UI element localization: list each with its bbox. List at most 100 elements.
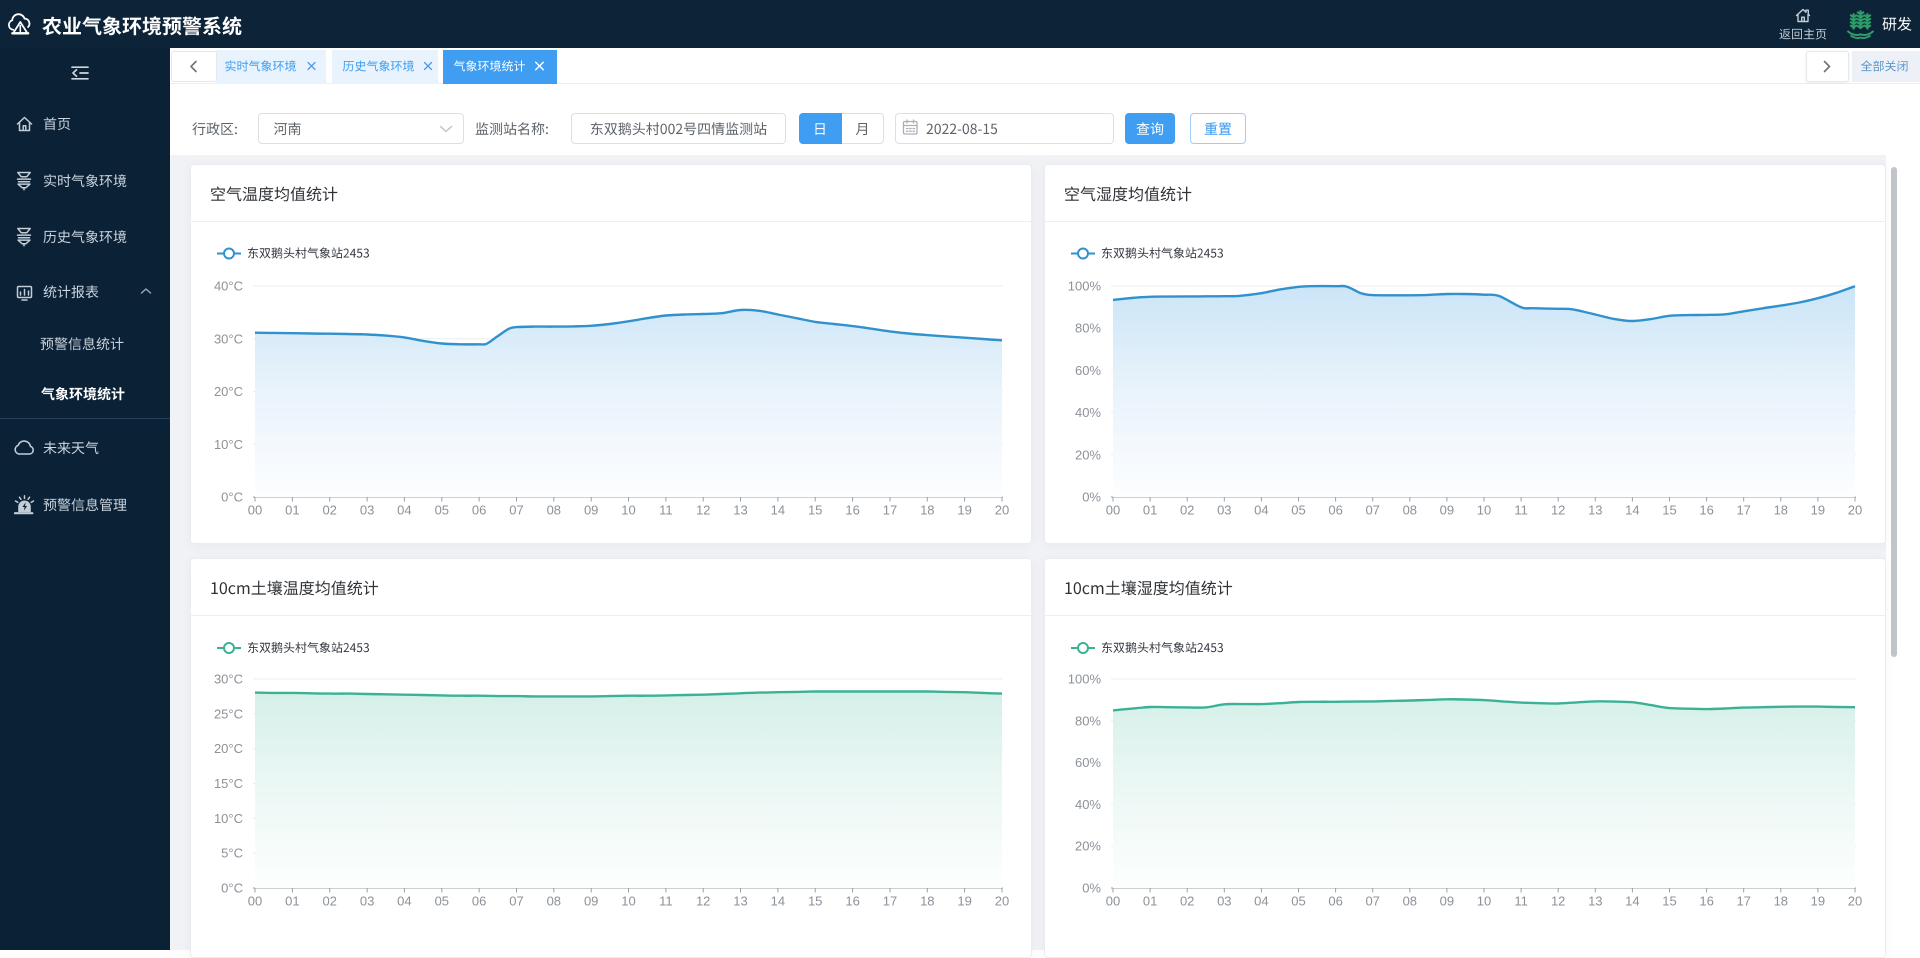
svg-text:18: 18 [1774,894,1788,909]
svg-text:04: 04 [1254,894,1268,909]
svg-text:03: 03 [1217,894,1231,909]
svg-text:10°C: 10°C [214,437,243,452]
svg-text:00: 00 [248,503,262,518]
svg-text:5°C: 5°C [221,846,243,861]
svg-text:02: 02 [322,894,336,909]
svg-text:01: 01 [1143,894,1157,909]
svg-text:00: 00 [1106,894,1120,909]
svg-text:05: 05 [1291,503,1305,518]
svg-text:15: 15 [1662,894,1676,909]
svg-text:15°C: 15°C [214,776,243,791]
svg-text:100%: 100% [1068,672,1102,687]
svg-text:05: 05 [435,894,449,909]
svg-text:09: 09 [584,894,598,909]
svg-text:15: 15 [808,503,822,518]
svg-text:13: 13 [1588,894,1602,909]
svg-text:09: 09 [1440,894,1454,909]
svg-text:13: 13 [1588,503,1602,518]
svg-text:06: 06 [472,894,486,909]
svg-text:11: 11 [659,894,673,909]
svg-text:12: 12 [1551,503,1565,518]
svg-text:80%: 80% [1075,713,1101,728]
svg-text:08: 08 [1403,503,1417,518]
svg-text:0°C: 0°C [221,490,243,505]
svg-text:25°C: 25°C [214,706,243,721]
svg-text:10: 10 [1477,894,1491,909]
svg-text:20°C: 20°C [214,741,243,756]
svg-text:05: 05 [1291,894,1305,909]
svg-text:20%: 20% [1075,447,1101,462]
svg-text:16: 16 [845,894,859,909]
svg-text:10: 10 [621,894,635,909]
svg-text:15: 15 [808,894,822,909]
svg-text:17: 17 [883,503,897,518]
svg-text:02: 02 [1180,503,1194,518]
svg-text:11: 11 [659,503,673,518]
svg-text:18: 18 [920,894,934,909]
svg-text:00: 00 [1106,503,1120,518]
svg-text:03: 03 [360,503,374,518]
svg-text:10: 10 [621,503,635,518]
svg-text:15: 15 [1662,503,1676,518]
svg-text:80%: 80% [1075,321,1101,336]
svg-text:30°C: 30°C [214,331,243,346]
svg-text:01: 01 [285,503,299,518]
svg-text:12: 12 [696,503,710,518]
svg-text:02: 02 [1180,894,1194,909]
svg-text:19: 19 [1811,503,1825,518]
svg-text:01: 01 [285,894,299,909]
svg-text:14: 14 [771,503,785,518]
svg-text:10°C: 10°C [214,811,243,826]
svg-text:11: 11 [1514,503,1528,518]
svg-text:0%: 0% [1082,881,1101,896]
svg-text:40°C: 40°C [214,279,243,294]
svg-text:0°C: 0°C [221,881,243,896]
svg-text:17: 17 [1736,894,1750,909]
svg-text:09: 09 [584,503,598,518]
svg-text:08: 08 [1403,894,1417,909]
svg-text:17: 17 [883,894,897,909]
svg-text:13: 13 [733,503,747,518]
svg-text:20: 20 [1848,503,1862,518]
svg-text:03: 03 [1217,503,1231,518]
svg-text:12: 12 [696,894,710,909]
svg-text:07: 07 [1365,894,1379,909]
svg-text:07: 07 [1365,503,1379,518]
svg-text:20: 20 [1848,894,1862,909]
svg-text:08: 08 [547,503,561,518]
svg-text:40%: 40% [1075,797,1101,812]
svg-text:12: 12 [1551,894,1565,909]
svg-text:10: 10 [1477,503,1491,518]
svg-text:20%: 20% [1075,839,1101,854]
svg-text:00: 00 [248,894,262,909]
svg-text:16: 16 [1699,503,1713,518]
svg-text:18: 18 [920,503,934,518]
svg-text:05: 05 [435,503,449,518]
svg-text:20°C: 20°C [214,384,243,399]
svg-text:16: 16 [1699,894,1713,909]
svg-text:04: 04 [397,503,411,518]
svg-text:07: 07 [509,894,523,909]
svg-text:11: 11 [1514,894,1528,909]
svg-text:07: 07 [509,503,523,518]
svg-text:14: 14 [1625,894,1639,909]
svg-text:06: 06 [1328,894,1342,909]
svg-text:20: 20 [995,503,1009,518]
svg-text:19: 19 [957,503,971,518]
svg-text:30°C: 30°C [214,672,243,687]
svg-text:04: 04 [1254,503,1268,518]
svg-text:06: 06 [472,503,486,518]
svg-text:60%: 60% [1075,363,1101,378]
svg-text:01: 01 [1143,503,1157,518]
svg-text:09: 09 [1440,503,1454,518]
svg-text:14: 14 [771,894,785,909]
svg-text:08: 08 [547,894,561,909]
svg-text:04: 04 [397,894,411,909]
svg-text:13: 13 [733,894,747,909]
svg-text:16: 16 [845,503,859,518]
svg-text:17: 17 [1736,503,1750,518]
svg-text:03: 03 [360,894,374,909]
svg-text:0%: 0% [1082,490,1101,505]
svg-text:100%: 100% [1068,279,1102,294]
svg-text:06: 06 [1328,503,1342,518]
